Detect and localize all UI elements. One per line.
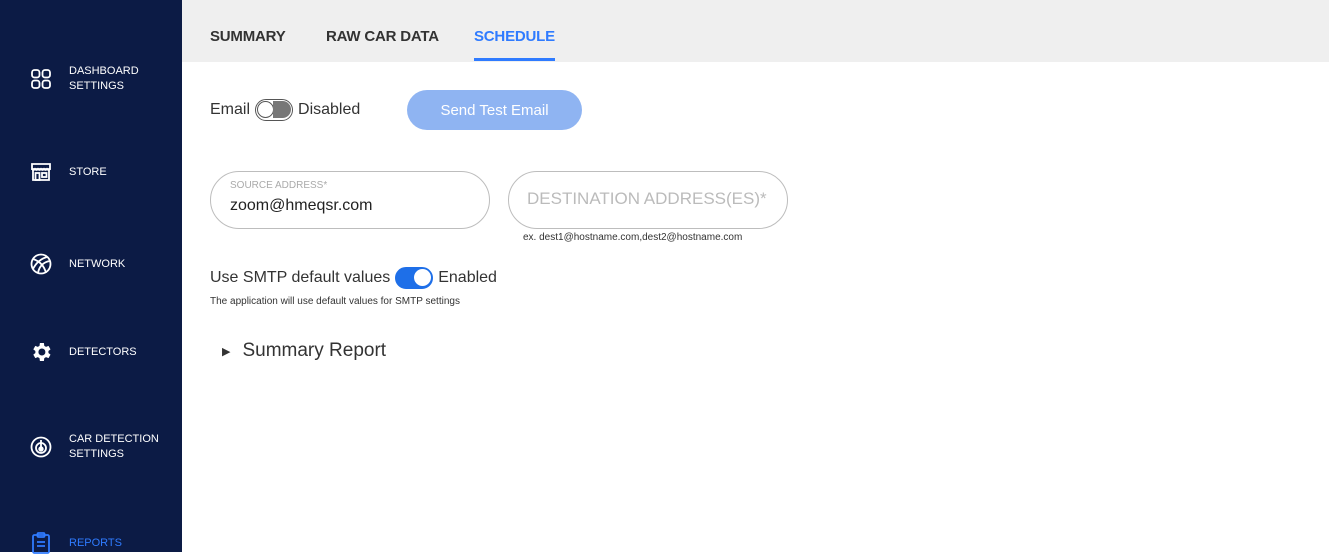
sidebar-item-label: NETWORK (69, 257, 126, 270)
caret-right-icon: ▶ (222, 345, 231, 358)
store-icon (31, 163, 51, 181)
sidebar-item-reports[interactable]: REPORTS (0, 531, 182, 555)
dashboard-grid-icon (31, 69, 51, 89)
sidebar-item-label: DASHBOARD SETTINGS (69, 65, 139, 92)
smtp-label: Use SMTP default values (210, 269, 391, 286)
summary-report-label: Summary Report (242, 340, 387, 361)
email-toggle[interactable] (255, 99, 294, 121)
tab-raw-car-data[interactable]: RAW CAR DATA (326, 28, 439, 45)
destination-hint: ex. dest1@hostname.com,dest2@hostname.co… (523, 232, 743, 243)
sidebar: DASHBOARD SETTINGS STORE NETWORK DETECTOR… (0, 0, 182, 555)
smtp-row: Use SMTP default values Enabled (210, 267, 497, 289)
sidebar-item-label: REPORTS (69, 536, 122, 549)
sidebar-item-label: DETECTORS (69, 345, 137, 358)
summary-report-expander[interactable]: ▶ Summary Report (222, 340, 386, 362)
sidebar-item-car-detection-settings[interactable]: CAR DETECTION SETTINGS (0, 430, 182, 464)
source-address-input[interactable] (230, 197, 470, 215)
gear-icon (33, 343, 51, 361)
sidebar-item-network[interactable]: NETWORK (0, 252, 182, 276)
send-test-email-button[interactable]: Send Test Email (407, 90, 582, 130)
email-label: Email (210, 101, 251, 118)
source-address-label: SOURCE ADDRESS* (230, 180, 328, 191)
active-tab-indicator (474, 58, 555, 61)
destination-address-placeholder: DESTINATION ADDRESS(ES)* (527, 189, 767, 208)
sidebar-item-store[interactable]: STORE (0, 160, 182, 184)
sidebar-item-dashboard-settings[interactable]: DASHBOARD SETTINGS (0, 62, 182, 96)
sidebar-item-label: STORE (69, 165, 107, 178)
smtp-note: The application will use default values … (210, 296, 460, 307)
sidebar-item-label: CAR DETECTION SETTINGS (69, 433, 159, 460)
email-row: Email Disabled (210, 99, 360, 121)
radar-icon (30, 436, 52, 458)
sidebar-item-detectors[interactable]: DETECTORS (0, 340, 182, 364)
smtp-toggle[interactable] (395, 267, 434, 289)
tab-bar: SUMMARY RAW CAR DATA SCHEDULE (182, 0, 1329, 62)
destination-address-field[interactable]: DESTINATION ADDRESS(ES)* (508, 171, 788, 229)
tab-summary[interactable]: SUMMARY (210, 28, 286, 45)
email-status: Disabled (298, 101, 361, 118)
tab-schedule[interactable]: SCHEDULE (474, 28, 555, 45)
source-address-field[interactable]: SOURCE ADDRESS* (210, 171, 490, 229)
clipboard-icon (32, 532, 50, 554)
network-icon (30, 253, 52, 275)
smtp-status: Enabled (438, 269, 497, 286)
